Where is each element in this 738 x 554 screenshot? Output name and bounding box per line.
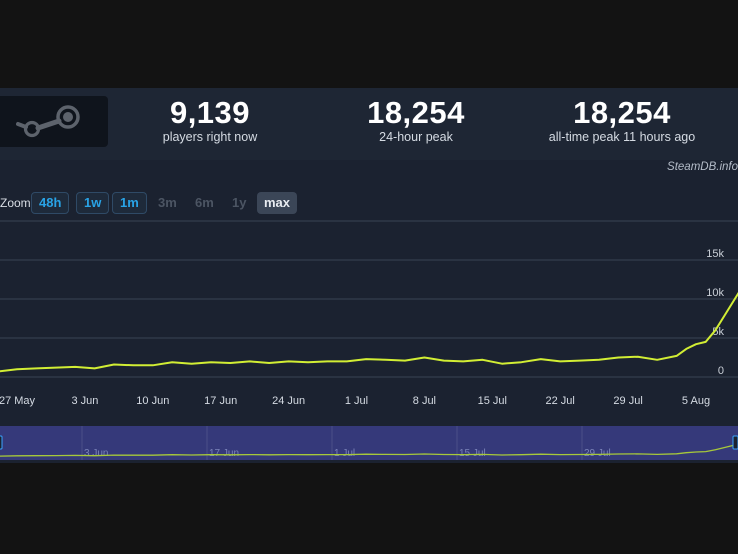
y-tick-label: 15k [706, 248, 724, 260]
x-tick-label: 10 Jun [136, 395, 169, 407]
x-tick-label: 3 Jun [71, 395, 98, 407]
player-count-chart[interactable]: 05k10k15k27 May 3 Jun 10 Jun 17 Jun 24 Jun 1 … [0, 88, 738, 463]
navigator-label: 17 Jun [209, 448, 239, 459]
x-tick-label: 15 Jul [478, 395, 507, 407]
navigator-right-handle[interactable] [732, 435, 738, 450]
navigator-label: 15 Jul [459, 448, 486, 459]
x-tick-label: 17 Jun [204, 395, 237, 407]
x-tick-label: 1 Jul [345, 395, 368, 407]
player-count-line [0, 291, 738, 373]
x-tick-label: 22 Jul [546, 395, 575, 407]
navigator-label: 29 Jul [584, 448, 611, 459]
x-tick-label: 5 Aug [682, 395, 710, 407]
navigator-left-handle[interactable] [0, 435, 3, 450]
navigator-label: 3 Jun [84, 448, 108, 459]
y-tick-label: 0 [718, 365, 724, 377]
steamdb-chart-widget: 9,139 players right now 18,254 24-hour p… [0, 88, 738, 463]
x-tick-label: 29 Jul [613, 395, 642, 407]
x-tick-label: 27 May [0, 395, 36, 407]
navigator-label: 1 Jul [334, 448, 355, 459]
x-tick-label: 8 Jul [413, 395, 436, 407]
y-tick-label: 10k [706, 287, 724, 299]
x-tick-label: 24 Jun [272, 395, 305, 407]
